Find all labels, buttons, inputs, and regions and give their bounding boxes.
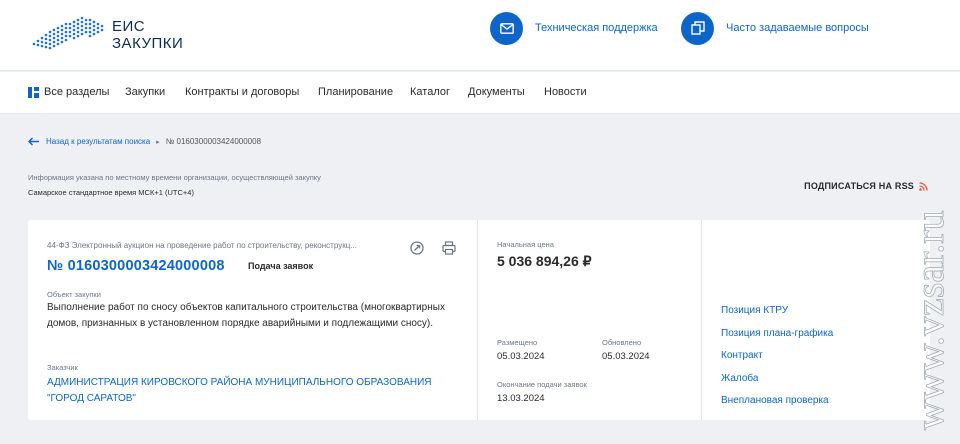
customer-link[interactable]: АДМИНИСТРАЦИЯ КИРОВСКОГО РАЙОНА МУНИЦИПА… bbox=[47, 375, 457, 407]
related-links: Позиция КТРУ Позиция плана-графика Контр… bbox=[721, 304, 833, 417]
deadline-label: Окончание подачи заявок bbox=[497, 380, 587, 389]
nav-purchases[interactable]: Закупки bbox=[125, 86, 165, 98]
logo-line-1: ЕИС bbox=[112, 18, 146, 35]
watermark-text: www.vzsar.ru bbox=[907, 210, 952, 430]
eis-logo[interactable]: ЕИС ЗАКУПКИ bbox=[28, 12, 208, 56]
back-to-results-link[interactable]: Назад к результатам поиска bbox=[46, 137, 150, 146]
nav-news[interactable]: Новости bbox=[544, 86, 587, 98]
price-label: Начальная цена bbox=[497, 240, 554, 249]
link-unscheduled-inspection[interactable]: Внеплановая проверка bbox=[721, 394, 833, 417]
timezone-note: Информация указана по местному времени о… bbox=[28, 173, 321, 182]
updated-date: 05.03.2024 bbox=[602, 351, 650, 362]
nav-documents[interactable]: Документы bbox=[468, 86, 525, 98]
breadcrumb: Назад к результатам поиска ▸ № 016030000… bbox=[28, 137, 261, 146]
nav-label: Все разделы bbox=[44, 86, 110, 98]
customer-label: Заказчик bbox=[47, 363, 78, 372]
top-header: ЕИС ЗАКУПКИ Техническая поддержка Часто … bbox=[0, 0, 960, 71]
support-link[interactable]: Техническая поддержка bbox=[490, 11, 658, 45]
breadcrumb-current: № 0160300003424000008 bbox=[165, 137, 262, 146]
mail-icon bbox=[490, 11, 523, 45]
link-ktru-position[interactable]: Позиция КТРУ bbox=[721, 304, 833, 327]
link-complaint[interactable]: Жалоба bbox=[721, 372, 833, 395]
support-label: Техническая поддержка bbox=[535, 22, 658, 34]
updated-label: Обновлено bbox=[602, 338, 642, 347]
deadline-date: 13.03.2024 bbox=[497, 393, 545, 404]
watermark: www.vzsar.ru bbox=[907, 210, 953, 430]
sections-icon bbox=[28, 86, 39, 98]
main-nav: Все разделы Закупки Контракты и договоры… bbox=[0, 72, 960, 114]
print-icon[interactable] bbox=[442, 241, 456, 255]
nav-catalog[interactable]: Каталог bbox=[410, 86, 450, 98]
posted-date: 05.03.2024 bbox=[497, 351, 545, 362]
price-column: Начальная цена 5 036 894,26 ₽ Размещено … bbox=[478, 220, 702, 420]
nav-contracts[interactable]: Контракты и договоры bbox=[185, 86, 299, 98]
link-contract[interactable]: Контракт bbox=[721, 349, 833, 372]
rss-label: ПОДПИСАТЬСЯ НА RSS bbox=[804, 181, 914, 191]
initial-price: 5 036 894,26 ₽ bbox=[497, 253, 592, 269]
procurement-type: 44-ФЗ Электронный аукцион на проведение … bbox=[47, 241, 357, 250]
object-text: Выполнение работ по сносу объектов капит… bbox=[47, 302, 445, 329]
nav-planning[interactable]: Планирование bbox=[318, 86, 393, 98]
logo-line-2: ЗАКУПКИ bbox=[112, 35, 184, 52]
logo-text: ЕИС ЗАКУПКИ bbox=[112, 18, 183, 52]
registry-number-link[interactable]: № 0160300003424000008 bbox=[47, 258, 225, 274]
object-label: Объект закупки bbox=[47, 290, 101, 299]
timezone-value: Самарское стандартное время МСК+1 (UTC+4… bbox=[28, 188, 194, 197]
breadcrumb-separator-icon: ▸ bbox=[156, 138, 160, 146]
link-plan-schedule[interactable]: Позиция плана-графика bbox=[721, 327, 833, 350]
faq-label: Часто задаваемые вопросы bbox=[726, 22, 869, 34]
arrow-left-icon[interactable] bbox=[28, 137, 40, 146]
nav-all-sections[interactable]: Все разделы bbox=[28, 86, 109, 98]
stage-badge: Подача заявок bbox=[248, 261, 314, 271]
eye-icon[interactable] bbox=[410, 241, 424, 255]
russia-map-icon bbox=[32, 16, 104, 50]
posted-label: Размещено bbox=[497, 338, 538, 347]
faq-icon bbox=[681, 11, 714, 45]
faq-link[interactable]: Часто задаваемые вопросы bbox=[681, 11, 869, 45]
purchase-card: 44-ФЗ Электронный аукцион на проведение … bbox=[28, 220, 930, 420]
